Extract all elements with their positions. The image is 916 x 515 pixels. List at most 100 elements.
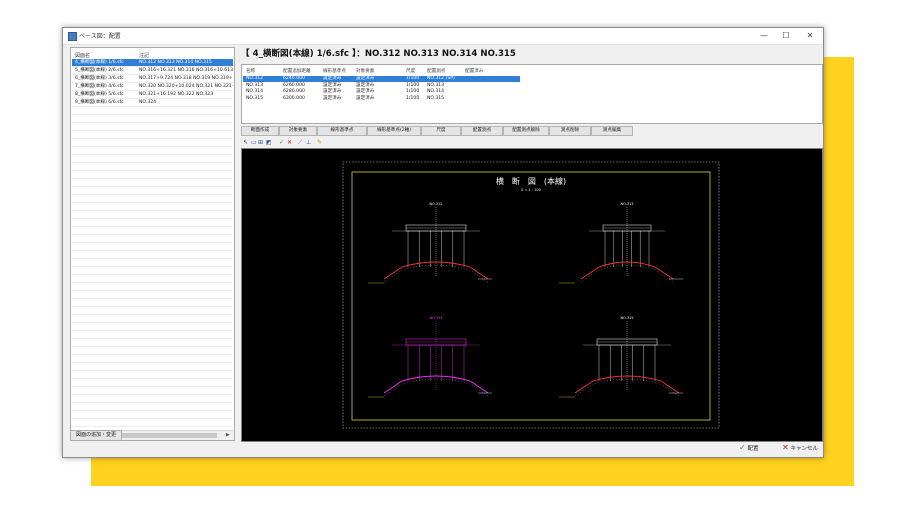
list-item-name: 8_横断図(本線) 5/6.sfc <box>75 92 124 97</box>
list-item-note: NO.324 <box>139 100 157 105</box>
empty-row <box>72 123 233 131</box>
empty-row <box>72 139 233 147</box>
empty-row <box>72 235 233 243</box>
header-name: 名称 <box>246 69 256 74</box>
empty-row <box>72 331 233 339</box>
table-row[interactable]: NO.314 6280.000 設定済み 設定済み 1/100 NO.314 <box>243 89 520 95</box>
scroll-right-icon[interactable]: ▶ <box>226 431 230 440</box>
place-button[interactable]: ✓ 配置 <box>739 443 758 452</box>
empty-row <box>72 419 233 427</box>
list-item[interactable]: 8_横断図(本線) 5/6.sfc NO.321+16.192 NO.322 NO… <box>72 91 233 99</box>
check-icon[interactable]: ✓ <box>279 138 284 147</box>
action-button[interactable]: 測点編集 <box>591 126 633 136</box>
cell-dist: 6260.000 <box>283 82 305 88</box>
empty-row <box>72 299 233 307</box>
empty-row <box>72 379 233 387</box>
maximize-button[interactable]: ☐ <box>775 29 797 43</box>
cell-name: NO.314 <box>246 89 264 94</box>
action-button[interactable]: 配置測点 <box>461 126 503 136</box>
list-item-name: 9_横断図(本線) 6/6.sfc <box>75 100 124 105</box>
action-button[interactable]: 測点削除 <box>549 126 591 136</box>
sheet-border <box>342 161 720 429</box>
ground-line <box>383 375 489 394</box>
empty-row <box>72 243 233 251</box>
cell-target: 設定済み <box>356 95 375 101</box>
empty-row <box>72 227 233 235</box>
cross-icon[interactable]: ✕ <box>287 138 292 147</box>
section-2: NO.313 <box>559 202 683 284</box>
action-button[interactable]: 線形基準点 <box>317 126 367 136</box>
empty-row <box>72 259 233 267</box>
list-item[interactable]: 6_横断図(本線) 3/6.sfc NO.317+9.724 NO.318 NO.… <box>72 75 233 83</box>
line-icon[interactable]: ⟋ <box>298 138 302 147</box>
empty-row <box>72 171 233 179</box>
empty-row <box>72 219 233 227</box>
empty-row <box>72 411 233 419</box>
window-title: ベース図：配置 <box>79 33 121 40</box>
empty-row <box>72 155 233 163</box>
select-icon[interactable]: ▭ <box>251 138 257 147</box>
minimize-button[interactable]: — <box>753 29 775 43</box>
action-button[interactable]: 対象要素 <box>279 126 317 136</box>
header-distance: 配置追加距離 <box>283 69 311 74</box>
zoom-icon[interactable]: ⊞ <box>258 138 263 147</box>
cell-scale: 1/100 <box>406 76 420 81</box>
cell-scale: 1/100 <box>406 82 420 88</box>
cancel-label: キャンセル <box>790 446 818 452</box>
empty-row <box>72 267 233 275</box>
title-bar: ベース図：配置 — ☐ ✕ <box>63 28 823 45</box>
cell-station: NO.315 <box>427 95 445 101</box>
measure-icon[interactable]: ⊥ <box>306 138 311 147</box>
cell-base: 設定済み <box>323 95 342 101</box>
cell-name: NO.313 <box>246 82 264 88</box>
check-icon: ✓ <box>739 443 746 452</box>
list-item[interactable]: 4_横断図(本線) 1/6.sfc NO.312 NO.313 NO.314 NO… <box>72 59 233 67</box>
table-row[interactable]: NO.315 6300.000 設定済み 設定済み 1/100 NO.315 <box>243 96 520 102</box>
list-item[interactable]: 5_横断図(本線) 2/6.sfc NO.316+16.321 NO.316 NO… <box>72 67 233 75</box>
table-row[interactable]: NO.312 6240.000 設定済み 設定済み 1/100 NO.312 (SP) <box>243 76 520 82</box>
cell-base: 設定済み <box>323 89 342 94</box>
table-row[interactable]: NO.313 6260.000 設定済み 設定済み 1/100 NO.313 <box>243 83 520 89</box>
header-target: 対象要素 <box>356 69 375 74</box>
pan-icon[interactable]: ◩ <box>266 138 272 147</box>
empty-row <box>72 291 233 299</box>
drawing-rows: 4_横断図(本線) 1/6.sfc NO.312 NO.313 NO.314 NO… <box>72 59 233 440</box>
drawing-canvas[interactable]: 横 断 図 (本線) S = 1 : 100 NO.312 NO.313 NO.31… <box>241 148 823 442</box>
close-button[interactable]: ✕ <box>799 29 821 43</box>
action-button[interactable]: 線形基準点(2軸) <box>367 126 421 136</box>
list-item[interactable]: 7_横断図(本線) 4/6.sfc NO.320 NO.320+10.024 NO… <box>72 83 233 91</box>
header-station: 配置測点 <box>427 69 446 74</box>
empty-row <box>72 339 233 347</box>
action-button[interactable]: 配置測点解除 <box>503 126 549 136</box>
empty-row <box>72 355 233 363</box>
pencil-icon[interactable]: ✎ <box>317 138 322 147</box>
empty-row <box>72 211 233 219</box>
empty-row <box>72 323 233 331</box>
cell-target: 設定済み <box>356 82 375 88</box>
place-label: 配置 <box>747 446 759 452</box>
list-item-name: 7_横断図(本線) 4/6.sfc <box>75 84 124 89</box>
action-button[interactable]: 尺度 <box>421 126 461 136</box>
list-item[interactable]: 9_横断図(本線) 6/6.sfc NO.324 <box>72 99 233 107</box>
ground-line <box>383 261 489 280</box>
pointer-icon[interactable]: ↖ <box>243 138 248 147</box>
cell-scale: 1/100 <box>406 89 420 94</box>
col-drawing-name: 図面名 <box>75 53 91 59</box>
empty-row <box>72 187 233 195</box>
cross-section-drawing: 横 断 図 (本線) S = 1 : 100 NO.312 NO.313NO.31… <box>342 161 720 429</box>
list-item-name: 5_横断図(本線) 2/6.sfc <box>75 68 124 73</box>
ground-line <box>574 375 680 394</box>
cell-station: NO.313 <box>427 82 445 88</box>
add-drawing-button[interactable]: 図面の追加・変更 <box>70 430 122 441</box>
close-icon: ✕ <box>782 443 789 452</box>
app-icon <box>68 32 77 41</box>
cancel-button[interactable]: ✕ キャンセル <box>782 443 818 452</box>
empty-row <box>72 363 233 371</box>
empty-row <box>72 371 233 379</box>
list-item-note: NO.321+16.192 NO.322 NO.323 <box>139 92 214 97</box>
section-1: NO.312 <box>368 202 492 284</box>
list-item-note: NO.317+9.724 NO.318 NO.319 NO.319+16.91 <box>139 76 233 81</box>
action-button[interactable]: 断面作成 <box>241 126 279 136</box>
section-4: NO.315 <box>559 316 683 398</box>
station-table: 名称 配置追加距離 線形基準点 対象要素 尺度 配置測点 配置済み NO.312… <box>241 64 823 124</box>
